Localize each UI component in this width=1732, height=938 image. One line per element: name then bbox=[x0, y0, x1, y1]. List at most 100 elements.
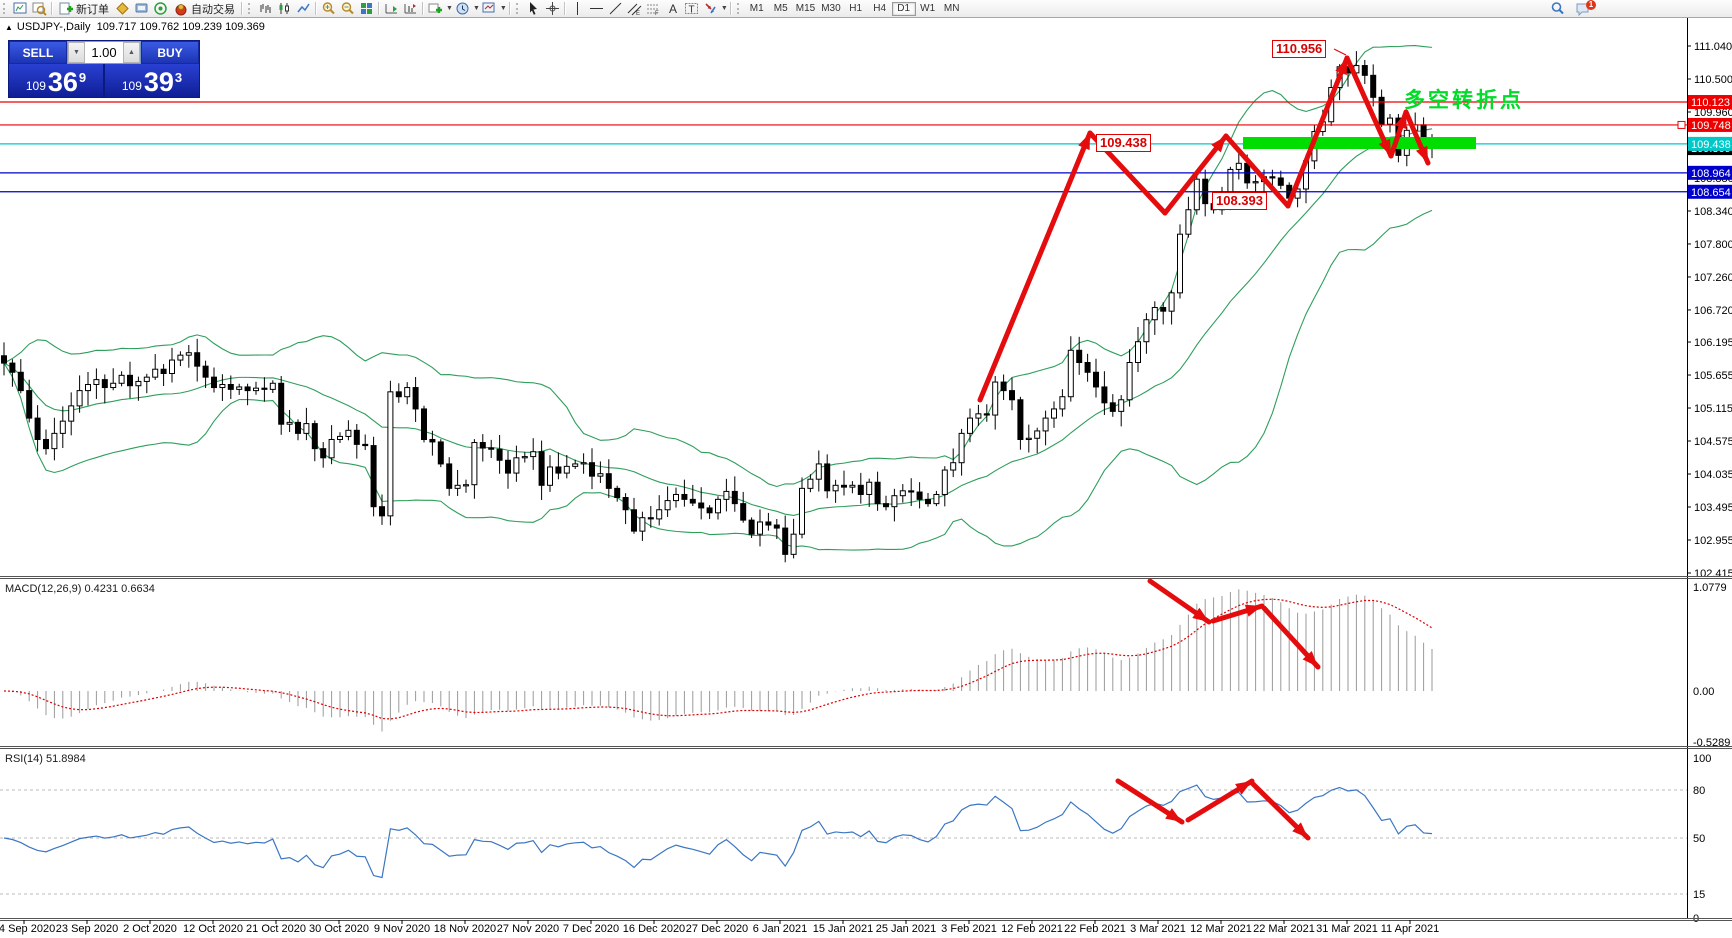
toolbar-grip[interactable] bbox=[736, 3, 742, 14]
sell-price-big: 36 bbox=[47, 67, 78, 97]
support-zone-bar bbox=[1243, 137, 1476, 149]
add-indicator-caret-icon[interactable]: ▼ bbox=[446, 5, 453, 12]
svg-text:E: E bbox=[636, 11, 640, 16]
volume-input[interactable]: 1.00 bbox=[85, 42, 123, 63]
news-icon[interactable] bbox=[151, 1, 170, 16]
toolbar-grip[interactable] bbox=[515, 3, 521, 14]
svg-text:21 Oct 2020: 21 Oct 2020 bbox=[246, 923, 306, 935]
tick-direction-icon: ▲ bbox=[5, 23, 13, 32]
tab-timeframe-d1[interactable]: D1 bbox=[891, 1, 916, 16]
svg-text:105.655: 105.655 bbox=[1694, 370, 1732, 382]
zoom-in-icon[interactable] bbox=[319, 1, 338, 16]
toolbar-separator bbox=[378, 2, 380, 15]
annotation-flag-high[interactable]: 110.956 bbox=[1272, 40, 1327, 58]
svg-text:100: 100 bbox=[1693, 753, 1711, 765]
buy-button[interactable]: BUY bbox=[141, 41, 199, 64]
svg-text:15 Jan 2021: 15 Jan 2021 bbox=[813, 923, 874, 935]
svg-text:30 Oct 2020: 30 Oct 2020 bbox=[309, 923, 369, 935]
svg-text:80: 80 bbox=[1693, 785, 1705, 797]
market-watch-icon[interactable] bbox=[113, 1, 132, 16]
svg-text:31 Mar 2021: 31 Mar 2021 bbox=[1316, 923, 1378, 935]
text-tool-icon[interactable]: A bbox=[663, 1, 682, 16]
buy-price-big: 39 bbox=[143, 67, 174, 97]
svg-text:11 Apr 2021: 11 Apr 2021 bbox=[1381, 923, 1440, 935]
template-icon[interactable] bbox=[480, 1, 499, 16]
period-clock-icon[interactable] bbox=[453, 1, 472, 16]
chart-shift-icon[interactable] bbox=[401, 1, 420, 16]
toolbar-separator bbox=[563, 2, 566, 15]
svg-text:6 Jan 2021: 6 Jan 2021 bbox=[753, 923, 807, 935]
sell-price[interactable]: 109 36 9 bbox=[9, 64, 103, 97]
tab-timeframe-m15[interactable]: M15 bbox=[793, 2, 818, 16]
tab-timeframe-m30[interactable]: M30 bbox=[818, 2, 843, 16]
tab-timeframe-h4[interactable]: H4 bbox=[868, 2, 892, 16]
symbol-ohlc-values: 109.717 109.762 109.239 109.369 bbox=[96, 21, 265, 33]
new-order-button[interactable]: 新订单 bbox=[55, 1, 113, 16]
line-chart-icon[interactable] bbox=[294, 1, 313, 16]
svg-text:109.748: 109.748 bbox=[1691, 120, 1731, 132]
toolbar-grip[interactable] bbox=[3, 3, 8, 14]
add-indicator-icon[interactable] bbox=[426, 1, 445, 16]
crosshair-tool-icon[interactable] bbox=[543, 1, 562, 16]
svg-text:14 Sep 2020: 14 Sep 2020 bbox=[0, 923, 55, 935]
equidistant-channel-tool-icon[interactable]: E bbox=[625, 1, 644, 16]
svg-text:102.955: 102.955 bbox=[1694, 535, 1732, 547]
vertical-line-tool-icon[interactable] bbox=[568, 1, 587, 16]
svg-text:15: 15 bbox=[1693, 889, 1705, 901]
annotation-flag-low[interactable]: 108.393 bbox=[1212, 192, 1267, 210]
svg-text:110.500: 110.500 bbox=[1694, 74, 1732, 86]
autotrading-button[interactable]: 自动交易 bbox=[170, 1, 239, 16]
chart-canvas[interactable]: 111.040110.500109.960109.420108.880108.3… bbox=[0, 0, 1732, 938]
arrows-tool-icon[interactable] bbox=[701, 1, 720, 16]
tab-timeframe-w1[interactable]: W1 bbox=[916, 2, 940, 16]
svg-text:23 Sep 2020: 23 Sep 2020 bbox=[56, 923, 118, 935]
toolbar-grip[interactable] bbox=[248, 3, 253, 14]
tab-timeframe-m5[interactable]: M5 bbox=[769, 2, 793, 16]
horizontal-line-tool-icon[interactable] bbox=[587, 1, 606, 16]
arrows-caret-icon[interactable]: ▼ bbox=[721, 5, 728, 12]
rsi-plot bbox=[0, 784, 1687, 895]
svg-text:27 Nov 2020: 27 Nov 2020 bbox=[497, 923, 559, 935]
mt4-window: 新订单 自动交易 ▼ ▼ ▼ E F A T ▼ M1 M5 M15 M30 H… bbox=[0, 0, 1732, 938]
rsi-arrows[interactable] bbox=[1115, 776, 1312, 843]
buy-price[interactable]: 109 39 3 bbox=[105, 64, 199, 97]
tab-timeframe-m1[interactable]: M1 bbox=[745, 2, 769, 16]
candlestick-chart-icon[interactable] bbox=[275, 1, 294, 16]
bar-chart-icon[interactable] bbox=[256, 1, 275, 16]
svg-text:T: T bbox=[688, 5, 694, 16]
cursor-tool-icon[interactable] bbox=[524, 1, 543, 16]
terminal-icon[interactable] bbox=[132, 1, 151, 16]
auto-scroll-icon[interactable] bbox=[382, 1, 401, 16]
macd-values: 0.4231 0.6634 bbox=[84, 583, 155, 595]
annotation-flag-pivot[interactable]: 109.438 bbox=[1096, 134, 1151, 152]
pivot-note-text[interactable]: 多空转折点 bbox=[1404, 84, 1524, 114]
chart-profiles-icon[interactable] bbox=[30, 1, 49, 16]
template-caret-icon[interactable]: ▼ bbox=[500, 5, 507, 12]
volume-decrease-button[interactable]: ▼ bbox=[68, 42, 85, 63]
text-label-tool-icon[interactable]: T bbox=[682, 1, 701, 16]
sell-button[interactable]: SELL bbox=[9, 41, 67, 64]
new-chart-icon[interactable] bbox=[11, 1, 30, 16]
svg-text:9 Nov 2020: 9 Nov 2020 bbox=[374, 923, 430, 935]
fibonacci-tool-icon[interactable]: F bbox=[644, 1, 663, 16]
rsi-label: RSI(14) 51.8984 bbox=[5, 753, 86, 765]
svg-text:16 Dec 2020: 16 Dec 2020 bbox=[623, 923, 685, 935]
search-icon[interactable] bbox=[1548, 1, 1567, 16]
tab-timeframe-h1[interactable]: H1 bbox=[844, 2, 868, 16]
trendline-tool-icon[interactable] bbox=[606, 1, 625, 16]
tile-windows-icon[interactable] bbox=[357, 1, 376, 16]
svg-text:108.340: 108.340 bbox=[1694, 206, 1732, 218]
svg-text:2 Oct 2020: 2 Oct 2020 bbox=[123, 923, 177, 935]
notifications-icon[interactable]: 1 bbox=[1573, 0, 1596, 16]
volume-increase-button[interactable]: ▲ bbox=[123, 42, 140, 63]
svg-text:22 Mar 2021: 22 Mar 2021 bbox=[1253, 923, 1315, 935]
macd-label: MACD(12,26,9) 0.4231 0.6634 bbox=[5, 583, 155, 595]
zoom-out-icon[interactable] bbox=[338, 1, 357, 16]
svg-text:108.654: 108.654 bbox=[1691, 187, 1731, 199]
period-caret-icon[interactable]: ▼ bbox=[473, 5, 480, 12]
tab-timeframe-mn[interactable]: MN bbox=[940, 2, 964, 16]
svg-text:50: 50 bbox=[1693, 833, 1705, 845]
svg-text:107.800: 107.800 bbox=[1694, 239, 1732, 251]
bollinger-bands bbox=[3, 45, 1433, 551]
macd-arrows[interactable] bbox=[1147, 578, 1323, 671]
